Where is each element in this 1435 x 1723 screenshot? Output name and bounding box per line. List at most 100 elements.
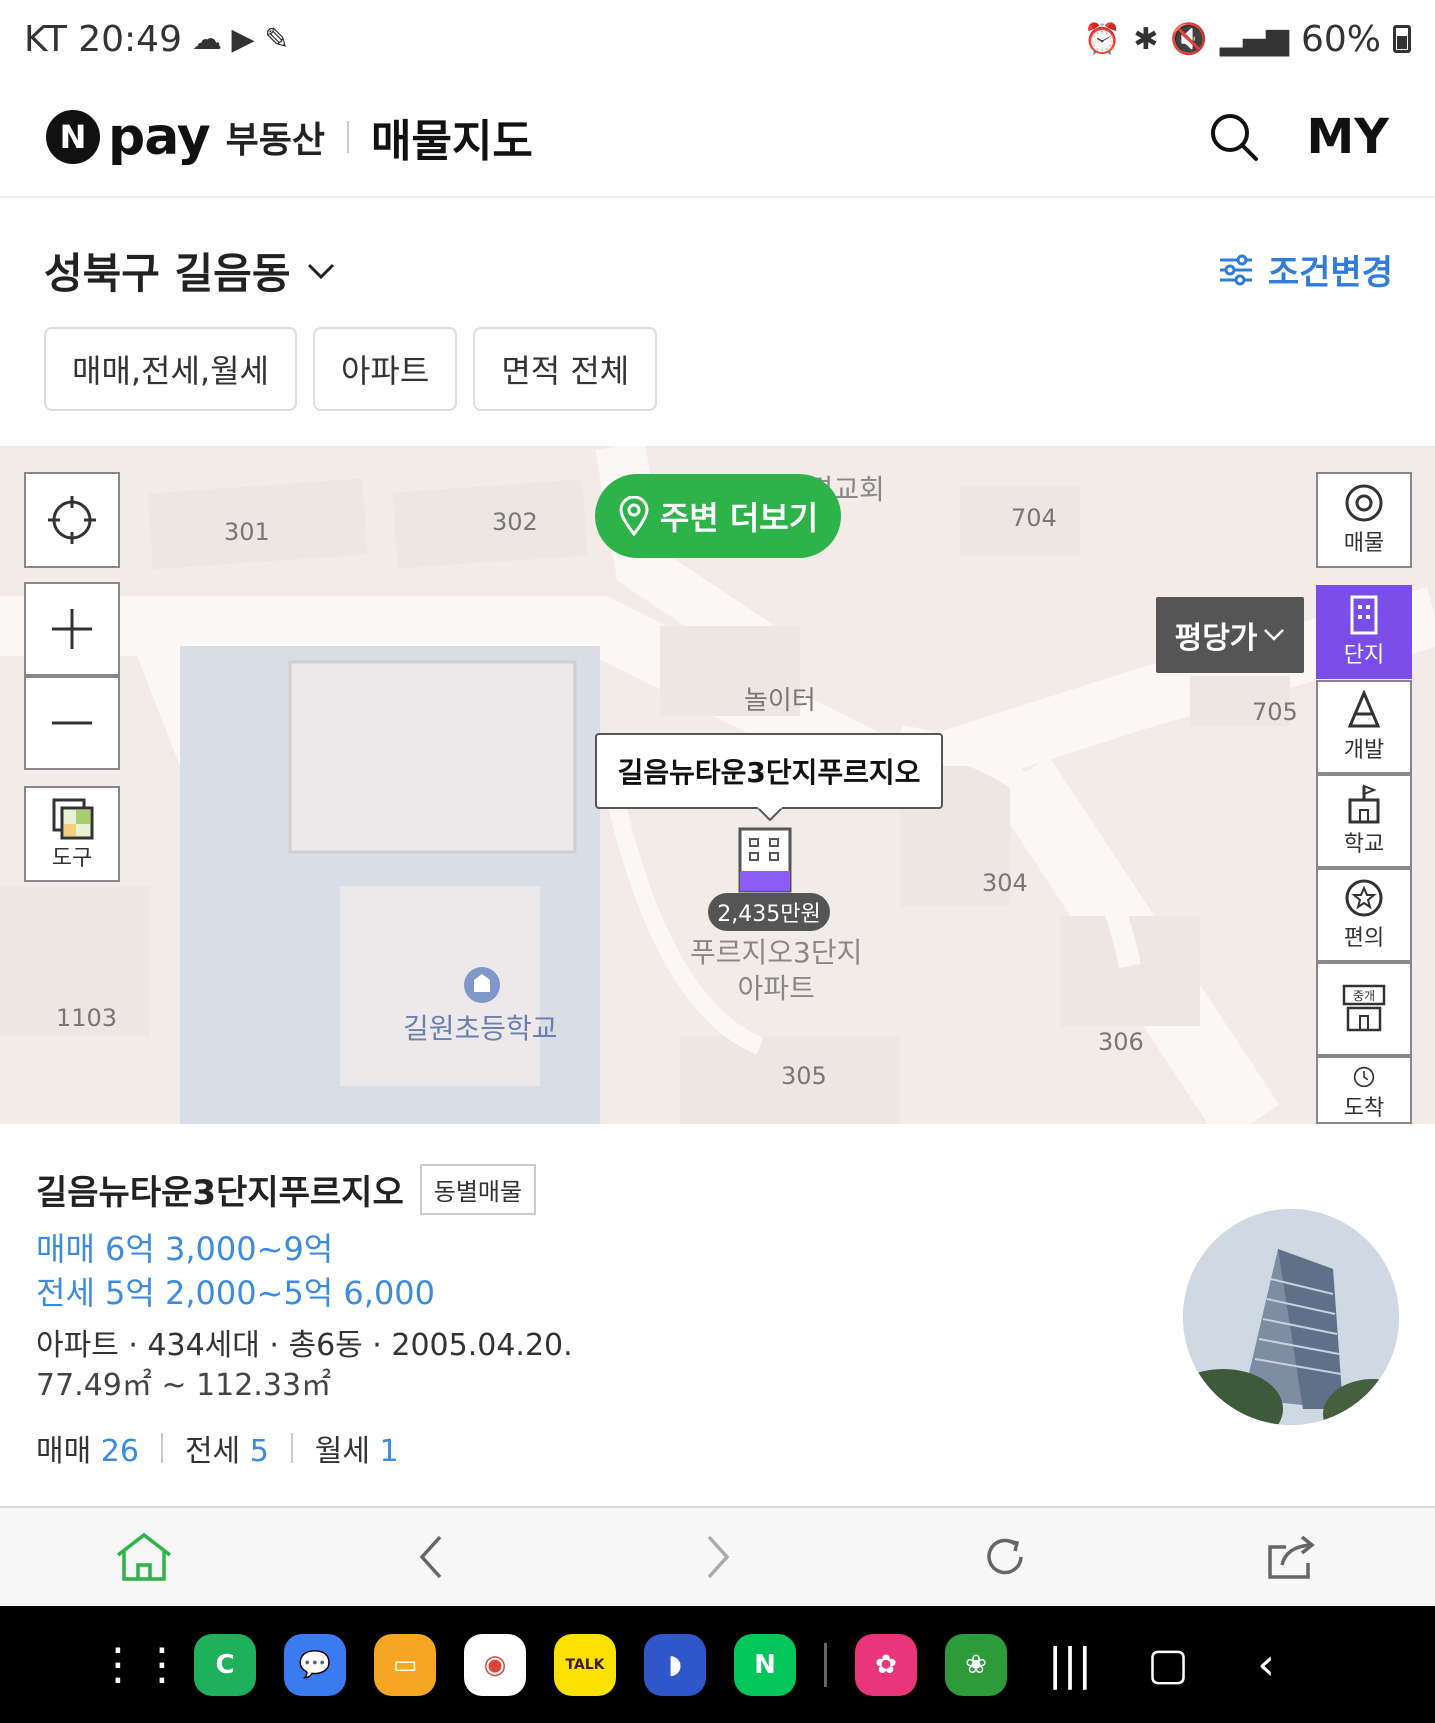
page-title: 매물지도 bbox=[370, 116, 533, 167]
agent-office-icon: 중개 bbox=[1342, 984, 1386, 1032]
complex-tooltip[interactable]: 길음뉴타운3단지푸르지오 bbox=[595, 733, 943, 809]
search-button[interactable] bbox=[1206, 109, 1262, 165]
target-icon bbox=[1345, 484, 1383, 522]
battery-text: 60% bbox=[1300, 18, 1381, 60]
side-tool-convenience[interactable]: 편의 bbox=[1316, 868, 1412, 962]
files-app-icon[interactable]: ▭ bbox=[374, 1633, 436, 1696]
side-tool-development[interactable]: 개발 bbox=[1316, 680, 1412, 774]
svg-text:중개: 중개 bbox=[1353, 989, 1375, 1003]
filter-chips: 매매,전세,월세 아파트 면적 전체 bbox=[44, 327, 658, 411]
nearby-more-label: 주변 더보기 bbox=[659, 499, 819, 537]
app-drawer-icon[interactable]: ⋮⋮⋮ bbox=[96, 1639, 228, 1690]
side-tool-listings[interactable]: 매물 bbox=[1316, 472, 1412, 568]
side-tool-arrival[interactable]: 도착 bbox=[1316, 1056, 1412, 1124]
side-tool-agent[interactable]: 중개 bbox=[1316, 962, 1412, 1056]
listing-counts: 매매 26 전세 5 월세 1 bbox=[36, 1426, 399, 1470]
carrier-time: KT 20:49 bbox=[24, 18, 182, 60]
complex-info-panel[interactable]: 길음뉴타운3단지푸르지오 동별매물 매매 6억 3,000~9억 전세 5억 2… bbox=[0, 1124, 1435, 1508]
building-icon bbox=[1350, 595, 1378, 635]
bird-app-icon[interactable]: ◗ bbox=[644, 1633, 706, 1696]
building-number: 301 bbox=[224, 518, 270, 546]
tools-button[interactable]: 도구 bbox=[24, 786, 120, 882]
current-location-button[interactable] bbox=[24, 472, 120, 568]
condition-change-label: 조건변경 bbox=[1267, 253, 1393, 293]
location-name: 성북구 길음동 bbox=[44, 249, 291, 298]
home-button[interactable] bbox=[104, 1517, 184, 1597]
phone-app-icon[interactable]: C bbox=[194, 1633, 256, 1696]
forward-button[interactable] bbox=[678, 1517, 758, 1597]
alarm-icon: ⏰ bbox=[1083, 21, 1122, 57]
filter-property-type[interactable]: 아파트 bbox=[312, 327, 458, 411]
count-divider bbox=[290, 1433, 293, 1463]
status-bar: KT 20:49 ☁ ▶ ✎ ⏰ ✱ 🔇 ▂▄▆ 60% bbox=[0, 0, 1435, 78]
price-mode-dropdown[interactable]: 평당가 bbox=[1156, 597, 1304, 673]
npay-logo[interactable]: N pay 부동산 bbox=[46, 107, 325, 167]
refresh-button[interactable] bbox=[965, 1517, 1045, 1597]
side-tool-label: 편의 bbox=[1343, 926, 1385, 951]
school-icon bbox=[1348, 784, 1380, 824]
chevron-right-icon bbox=[707, 1535, 729, 1579]
apartment-photo-image bbox=[1183, 1209, 1399, 1425]
zoom-out-button[interactable] bbox=[24, 676, 120, 770]
pay-text: pay bbox=[108, 107, 211, 167]
my-button[interactable]: MY bbox=[1306, 109, 1389, 165]
naver-n-icon: N bbox=[46, 110, 100, 164]
battery-icon bbox=[1393, 25, 1411, 53]
flower-app-icon[interactable]: ✿ bbox=[855, 1633, 917, 1696]
count-sale[interactable]: 매매 26 bbox=[36, 1426, 139, 1470]
filter-area[interactable]: 면적 전체 bbox=[473, 327, 658, 411]
chevron-down-icon bbox=[1264, 629, 1285, 641]
count-divider bbox=[160, 1433, 163, 1463]
condition-change-button[interactable]: 조건변경 bbox=[1218, 245, 1393, 294]
building-number: 1103 bbox=[56, 1004, 118, 1032]
filter-trade-type[interactable]: 매매,전세,월세 bbox=[44, 327, 297, 411]
kakaotalk-app-icon[interactable]: TALK bbox=[554, 1633, 616, 1696]
tulip-app-icon[interactable]: ❀ bbox=[945, 1633, 1007, 1696]
complex-title-row: 길음뉴타운3단지푸르지오 동별매물 bbox=[36, 1164, 537, 1215]
tooltip-pointer bbox=[757, 807, 783, 821]
side-tool-label: 개발 bbox=[1343, 738, 1385, 763]
chevron-left-icon bbox=[419, 1535, 441, 1579]
minus-icon bbox=[52, 721, 92, 725]
side-tool-complex[interactable]: 단지 bbox=[1316, 585, 1412, 679]
chrome-app-icon[interactable]: ◉ bbox=[464, 1633, 526, 1696]
side-tool-label: 학교 bbox=[1343, 832, 1385, 857]
apartment-marker-icon[interactable] bbox=[736, 823, 794, 893]
apartment-map-label: 푸르지오3단지 아파트 bbox=[690, 935, 862, 1007]
share-button[interactable] bbox=[1252, 1517, 1332, 1597]
dong-listing-tag[interactable]: 동별매물 bbox=[419, 1164, 537, 1215]
jeonse-price: 전세 5억 2,000~5억 6,000 bbox=[36, 1274, 436, 1312]
building-number: 302 bbox=[492, 508, 538, 536]
side-tool-school[interactable]: 학교 bbox=[1316, 774, 1412, 868]
location-selector[interactable]: 성북구 길음동 bbox=[44, 240, 336, 301]
price-mode-label: 평당가 bbox=[1174, 621, 1258, 656]
complex-photo[interactable] bbox=[1183, 1209, 1399, 1425]
apartment-map-label-line2: 아파트 bbox=[737, 972, 815, 1005]
home-nav-button[interactable]: ▢ bbox=[1133, 1639, 1203, 1690]
browser-nav-bar bbox=[0, 1508, 1435, 1606]
messages-app-icon[interactable]: 💬 bbox=[284, 1633, 346, 1696]
sale-price: 매매 6억 3,000~9억 bbox=[36, 1230, 334, 1268]
price-badge: 2,435만원 bbox=[708, 893, 830, 931]
school-label: 길원초등학교 bbox=[403, 1012, 558, 1045]
star-icon bbox=[1345, 879, 1383, 917]
building-number: 305 bbox=[781, 1062, 827, 1090]
count-monthly[interactable]: 월세 1 bbox=[315, 1426, 399, 1470]
bluetooth-icon: ✱ bbox=[1133, 21, 1159, 57]
naver-app-icon[interactable]: N bbox=[734, 1633, 796, 1696]
location-pin-icon bbox=[619, 496, 649, 536]
building-number: 304 bbox=[982, 869, 1028, 897]
building-number: 705 bbox=[1252, 698, 1298, 726]
refresh-icon bbox=[986, 1538, 1023, 1575]
back-nav-button[interactable]: ‹ bbox=[1231, 1639, 1301, 1690]
chevron-down-icon bbox=[308, 263, 335, 279]
clock-icon bbox=[1353, 1066, 1375, 1088]
layers-icon bbox=[52, 798, 94, 840]
count-jeonse[interactable]: 전세 5 bbox=[185, 1426, 269, 1470]
nearby-more-button[interactable]: 주변 더보기 bbox=[595, 474, 841, 558]
recents-button[interactable]: ||| bbox=[1035, 1639, 1105, 1690]
side-tool-label: 단지 bbox=[1343, 643, 1385, 668]
cone-icon bbox=[1347, 690, 1381, 728]
back-button[interactable] bbox=[391, 1517, 471, 1597]
zoom-in-button[interactable] bbox=[24, 582, 120, 676]
